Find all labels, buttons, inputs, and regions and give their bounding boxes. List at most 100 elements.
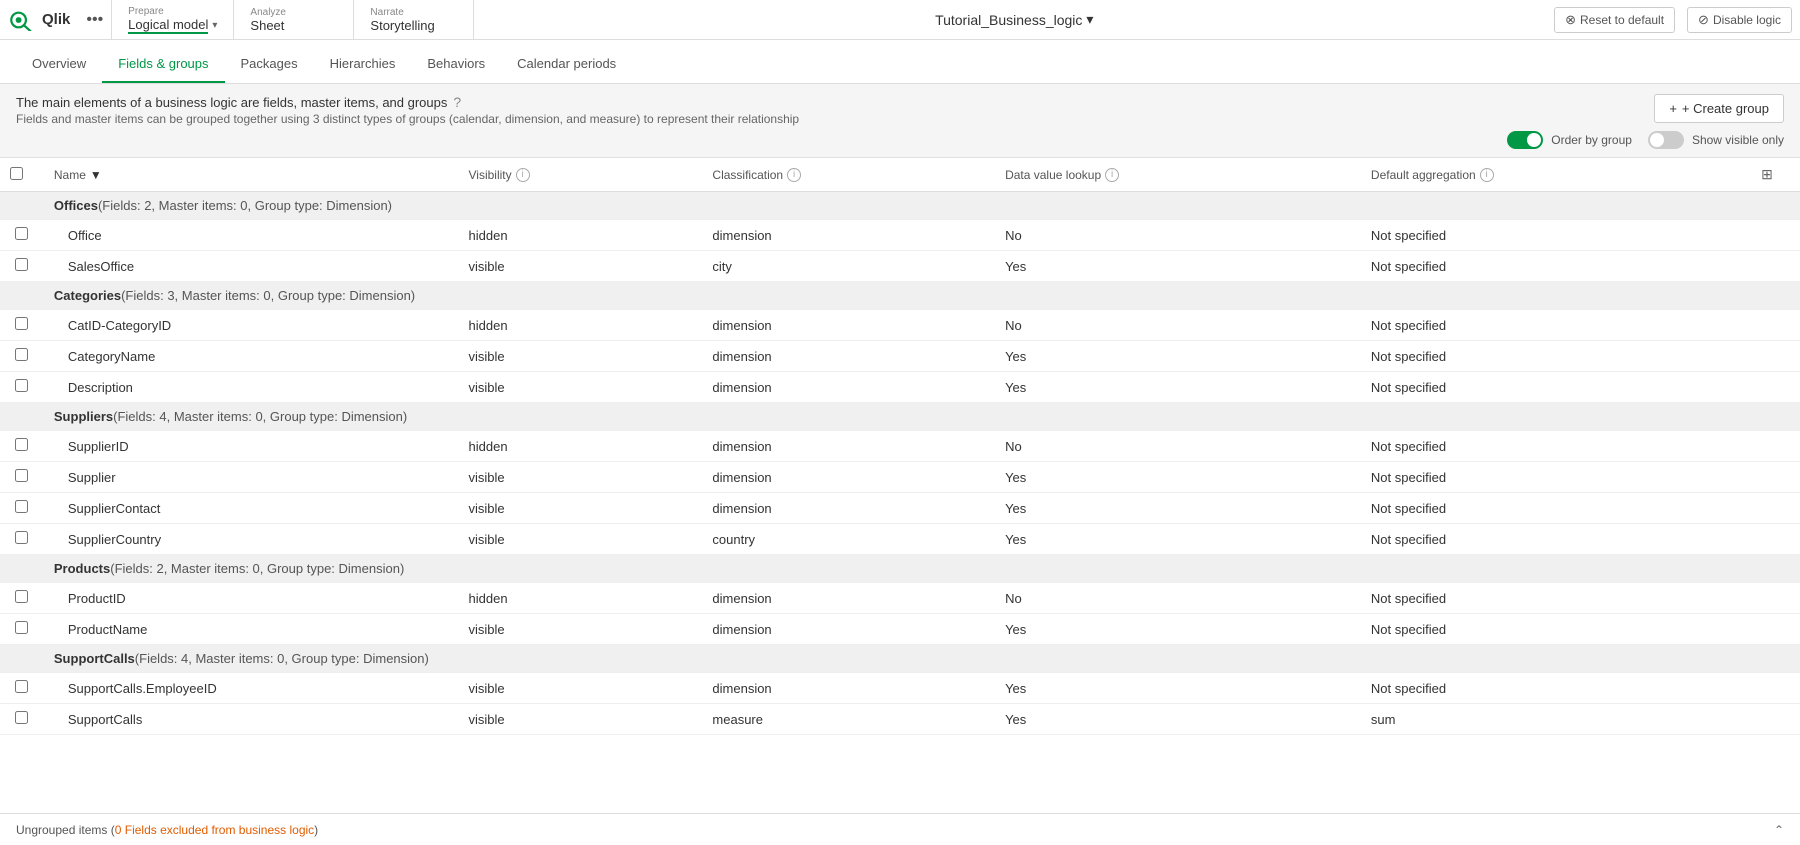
info-subtitle: Fields and master items can be grouped t…	[16, 112, 799, 126]
row-edit-cell	[1751, 341, 1800, 372]
row-checkbox[interactable]	[15, 227, 28, 240]
edit-columns-icon[interactable]: ⊞	[1761, 166, 1773, 182]
reset-to-default-button[interactable]: ⊗ Reset to default	[1554, 7, 1675, 33]
group-checkbox-cell	[0, 645, 44, 673]
row-checkbox[interactable]	[15, 317, 28, 330]
info-help-icon[interactable]: ?	[453, 94, 461, 110]
analyze-value: Sheet	[250, 18, 337, 33]
prepare-section[interactable]: Prepare Logical model ▾	[111, 0, 234, 39]
row-edit-cell	[1751, 614, 1800, 645]
info-title-row: The main elements of a business logic ar…	[16, 94, 799, 110]
row-name: SalesOffice	[44, 251, 459, 282]
tab-overview[interactable]: Overview	[16, 46, 102, 83]
group-meta: (Fields: 2, Master items: 0, Group type:…	[110, 561, 404, 576]
ungrouped-link[interactable]: 0 Fields excluded from business logic	[115, 823, 314, 837]
lookup-info-icon[interactable]: i	[1105, 168, 1119, 182]
row-name: SupportCalls.EmployeeID	[44, 673, 459, 704]
row-checkbox[interactable]	[15, 438, 28, 451]
row-classification: dimension	[702, 372, 995, 403]
group-name-cell: Categories(Fields: 3, Master items: 0, G…	[44, 282, 1800, 310]
more-options-icon[interactable]: •••	[78, 7, 111, 33]
group-row[interactable]: Offices(Fields: 2, Master items: 0, Grou…	[0, 192, 1800, 220]
row-aggregation: Not specified	[1361, 372, 1751, 403]
group-row[interactable]: Categories(Fields: 3, Master items: 0, G…	[0, 282, 1800, 310]
row-checkbox[interactable]	[15, 379, 28, 392]
row-edit-cell	[1751, 704, 1800, 735]
row-visibility: hidden	[459, 431, 703, 462]
qlik-logo: Qlik	[8, 9, 70, 31]
show-visible-toggle[interactable]	[1648, 131, 1684, 149]
row-checkbox-cell	[0, 251, 44, 282]
plus-icon: +	[1669, 101, 1677, 116]
row-name: ProductID	[44, 583, 459, 614]
row-visibility: visible	[459, 614, 703, 645]
order-by-group-toggle[interactable]	[1507, 131, 1543, 149]
group-row[interactable]: SupportCalls(Fields: 4, Master items: 0,…	[0, 645, 1800, 673]
row-checkbox-cell	[0, 673, 44, 704]
table-row: Description visible dimension Yes Not sp…	[0, 372, 1800, 403]
row-lookup: No	[995, 310, 1361, 341]
table-row: SupportCalls visible measure Yes sum	[0, 704, 1800, 735]
select-all-checkbox[interactable]	[10, 167, 23, 180]
row-checkbox[interactable]	[15, 469, 28, 482]
collapse-icon[interactable]: ⌃	[1774, 823, 1784, 837]
table-row: SupplierContact visible dimension Yes No…	[0, 493, 1800, 524]
tab-hierarchies[interactable]: Hierarchies	[314, 46, 412, 83]
name-filter-icon[interactable]: ▼	[90, 168, 102, 182]
info-text: The main elements of a business logic ar…	[16, 94, 799, 126]
row-checkbox[interactable]	[15, 500, 28, 513]
group-row[interactable]: Products(Fields: 2, Master items: 0, Gro…	[0, 555, 1800, 583]
row-lookup: Yes	[995, 704, 1361, 735]
tab-calendar-periods[interactable]: Calendar periods	[501, 46, 632, 83]
row-aggregation: Not specified	[1361, 493, 1751, 524]
row-classification: dimension	[702, 493, 995, 524]
narrate-section[interactable]: Narrate Storytelling	[354, 0, 474, 39]
classification-info-icon[interactable]: i	[787, 168, 801, 182]
prepare-chevron[interactable]: ▾	[212, 20, 217, 31]
row-lookup: Yes	[995, 372, 1361, 403]
create-group-button[interactable]: + + Create group	[1654, 94, 1784, 123]
row-aggregation: Not specified	[1361, 341, 1751, 372]
row-classification: dimension	[702, 341, 995, 372]
row-visibility: visible	[459, 704, 703, 735]
toggle-row: Order by group Show visible only	[1507, 131, 1784, 149]
row-checkbox-cell	[0, 341, 44, 372]
row-name: SupplierID	[44, 431, 459, 462]
row-checkbox[interactable]	[15, 348, 28, 361]
tab-packages[interactable]: Packages	[225, 46, 314, 83]
table-row: CategoryName visible dimension Yes Not s…	[0, 341, 1800, 372]
row-checkbox[interactable]	[15, 590, 28, 603]
row-name: SupplierCountry	[44, 524, 459, 555]
row-checkbox-cell	[0, 524, 44, 555]
row-checkbox[interactable]	[15, 680, 28, 693]
visibility-info-icon[interactable]: i	[516, 168, 530, 182]
row-edit-cell	[1751, 583, 1800, 614]
row-checkbox[interactable]	[15, 258, 28, 271]
row-classification: dimension	[702, 310, 995, 341]
group-meta: (Fields: 3, Master items: 0, Group type:…	[121, 288, 415, 303]
disable-logic-button[interactable]: ⊘ Disable logic	[1687, 7, 1792, 33]
analyze-section[interactable]: Analyze Sheet	[234, 0, 354, 39]
app-title: Tutorial_Business_logic	[935, 12, 1082, 28]
row-lookup: Yes	[995, 341, 1361, 372]
row-checkbox-cell	[0, 614, 44, 645]
row-checkbox[interactable]	[15, 621, 28, 634]
row-lookup: No	[995, 583, 1361, 614]
row-visibility: visible	[459, 251, 703, 282]
row-visibility: visible	[459, 493, 703, 524]
table-row: CatID-CategoryID hidden dimension No Not…	[0, 310, 1800, 341]
group-name-cell: Offices(Fields: 2, Master items: 0, Grou…	[44, 192, 1800, 220]
tab-fields-groups[interactable]: Fields & groups	[102, 46, 224, 83]
aggregation-info-icon[interactable]: i	[1480, 168, 1494, 182]
tab-behaviors[interactable]: Behaviors	[411, 46, 501, 83]
row-checkbox[interactable]	[15, 711, 28, 724]
row-aggregation: Not specified	[1361, 310, 1751, 341]
row-aggregation: Not specified	[1361, 251, 1751, 282]
table-body: Offices(Fields: 2, Master items: 0, Grou…	[0, 192, 1800, 735]
tabs-bar: Overview Fields & groups Packages Hierar…	[0, 40, 1800, 84]
row-lookup: No	[995, 431, 1361, 462]
row-checkbox[interactable]	[15, 531, 28, 544]
group-row[interactable]: Suppliers(Fields: 4, Master items: 0, Gr…	[0, 403, 1800, 431]
row-visibility: visible	[459, 372, 703, 403]
app-title-chevron[interactable]: ▾	[1086, 11, 1093, 28]
